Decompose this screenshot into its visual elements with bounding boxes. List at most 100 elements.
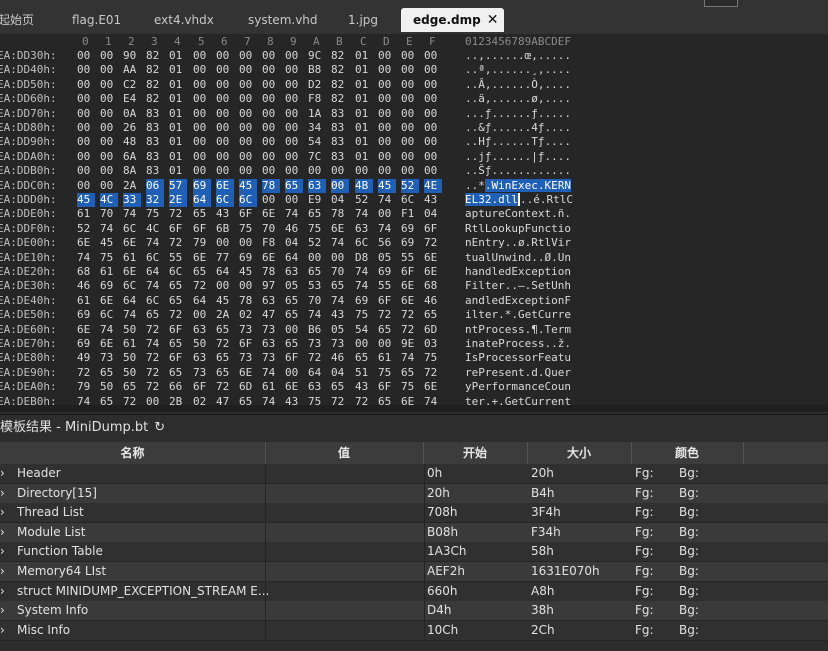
hex-byte[interactable]: 6F xyxy=(193,380,211,394)
hex-byte[interactable]: 74 xyxy=(355,207,373,221)
hex-byte[interactable]: 69 xyxy=(378,265,396,279)
hex-byte[interactable]: 6C xyxy=(146,251,164,265)
hex-byte[interactable]: 43 xyxy=(331,308,349,322)
column-header-name[interactable]: 名称 xyxy=(0,442,266,464)
hex-editor[interactable]: 0 1 2 3 4 5 6 7 8 9 A B C D E F 0123456789ABCDEF EA:DD30… xyxy=(0,34,828,412)
hex-byte[interactable]: 00 xyxy=(424,63,442,77)
hex-byte[interactable]: C2 xyxy=(123,78,141,92)
hex-byte[interactable]: 82 xyxy=(146,49,164,63)
hex-byte[interactable]: 6F xyxy=(169,351,187,365)
hex-byte[interactable]: 00 xyxy=(401,107,419,121)
hex-byte[interactable]: 79 xyxy=(193,236,211,250)
hex-byte[interactable]: 01 xyxy=(355,121,373,135)
hex-byte[interactable]: F8 xyxy=(262,236,280,250)
hex-byte[interactable]: 52 xyxy=(77,222,95,236)
hex-byte[interactable]: 00 xyxy=(100,49,118,63)
hex-byte[interactable]: 72 xyxy=(146,380,164,394)
hex-byte[interactable]: 69 xyxy=(77,308,95,322)
hex-byte[interactable]: 65 xyxy=(378,323,396,337)
hex-byte[interactable]: 65 xyxy=(100,366,118,380)
hex-row[interactable]: EA:DD70h: 00 00 0A 83 01 00 00 00 00 00 1A 83 01 00 00 0… xyxy=(0,107,828,121)
hex-byte[interactable]: 00 xyxy=(77,92,95,106)
hex-byte[interactable]: 00 xyxy=(193,150,211,164)
hex-byte[interactable]: 6C xyxy=(123,279,141,293)
ascii-text[interactable]: ntProcess.¶.Term xyxy=(465,323,571,337)
hex-byte[interactable]: 00 xyxy=(216,236,234,250)
hex-byte[interactable]: 50 xyxy=(123,351,141,365)
hex-byte[interactable]: 6E xyxy=(262,207,280,221)
expand-chevron-icon[interactable]: › xyxy=(0,542,10,561)
hex-byte[interactable]: 00 xyxy=(262,193,280,207)
ascii-text[interactable]: ..Šƒ............ xyxy=(465,164,571,178)
hex-byte[interactable]: 74 xyxy=(146,236,164,250)
hex-byte[interactable]: 72 xyxy=(169,236,187,250)
hex-byte[interactable]: 2A xyxy=(123,179,141,193)
hex-byte[interactable]: 6C xyxy=(216,193,234,207)
hex-byte[interactable]: 00 xyxy=(378,107,396,121)
hex-byte[interactable]: 01 xyxy=(355,150,373,164)
hex-byte[interactable]: 65 xyxy=(308,207,326,221)
hex-byte[interactable]: 63 xyxy=(262,337,280,351)
hex-byte[interactable]: 75 xyxy=(424,351,442,365)
hex-byte[interactable]: 73 xyxy=(193,366,211,380)
hex-byte[interactable]: E4 xyxy=(123,92,141,106)
hex-byte[interactable]: 65 xyxy=(146,308,164,322)
horizontal-scrollbar[interactable] xyxy=(0,405,828,412)
hex-byte[interactable]: 64 xyxy=(146,265,164,279)
ascii-text[interactable]: RtlLookupFunctio xyxy=(465,222,571,236)
hex-byte[interactable]: 01 xyxy=(355,49,373,63)
hex-byte[interactable]: 00 xyxy=(193,49,211,63)
hex-byte[interactable]: 82 xyxy=(331,63,349,77)
hex-byte[interactable]: 82 xyxy=(146,78,164,92)
ascii-text[interactable]: handledException xyxy=(465,265,571,279)
hex-byte[interactable]: 65 xyxy=(285,294,303,308)
expand-chevron-icon[interactable]: › xyxy=(0,464,10,483)
hex-row[interactable]: EA:DDE0h: 61 70 74 75 72 65 43 6F 6E 74 65 78 74 00 F1 0… xyxy=(0,207,828,221)
hex-byte[interactable]: 61 xyxy=(123,251,141,265)
hex-row[interactable]: EA:DE70h: 69 6E 61 74 65 50 72 6F 63 65 73 73 00 00 9E 0… xyxy=(0,337,828,351)
ascii-text[interactable]: ..ª,......¸,.... xyxy=(465,63,571,77)
hex-byte[interactable]: 69 xyxy=(77,337,95,351)
hex-byte[interactable]: 72 xyxy=(378,308,396,322)
hex-byte[interactable]: 00 xyxy=(77,63,95,77)
hex-row[interactable]: EA:DD60h: 00 00 E4 82 01 00 00 00 00 00 F8 82 01 00 00 0… xyxy=(0,92,828,106)
hex-byte[interactable]: 6F xyxy=(424,222,442,236)
hex-byte[interactable]: 45 xyxy=(378,178,396,193)
hex-byte[interactable]: 65 xyxy=(169,337,187,351)
hex-byte[interactable]: 74 xyxy=(100,222,118,236)
hex-byte[interactable]: 05 xyxy=(378,251,396,265)
ascii-text[interactable]: EL32.dll ..é.RtlC xyxy=(465,193,573,207)
hex-byte[interactable]: 64 xyxy=(285,251,303,265)
hex-byte[interactable]: 63 xyxy=(308,178,326,193)
hex-byte[interactable]: 47 xyxy=(262,308,280,322)
hex-byte[interactable]: 00 xyxy=(285,107,303,121)
hex-byte[interactable]: 50 xyxy=(100,380,118,394)
hex-byte[interactable]: 6E xyxy=(77,236,95,250)
hex-byte[interactable]: 82 xyxy=(331,92,349,106)
hex-byte[interactable]: 43 xyxy=(424,193,442,207)
hex-byte[interactable]: 48 xyxy=(123,135,141,149)
hex-byte[interactable]: 00 xyxy=(100,107,118,121)
hex-byte[interactable]: 00 xyxy=(262,150,280,164)
hex-byte[interactable]: 65 xyxy=(216,366,234,380)
ascii-text[interactable]: inateProcess..ž. xyxy=(465,337,571,351)
hex-row[interactable]: EA:DD30h: 00 00 90 82 01 00 00 00 00 00 9C 82 01 00 00 0… xyxy=(0,49,828,63)
hex-byte[interactable]: 65 xyxy=(169,279,187,293)
hex-byte[interactable]: 55 xyxy=(169,251,187,265)
expand-chevron-icon[interactable]: › xyxy=(0,484,10,503)
hex-byte[interactable]: 83 xyxy=(331,121,349,135)
results-row[interactable]: › Thread List 708h 3F4h Fg: Bg: xyxy=(0,503,828,524)
hex-byte[interactable]: 65 xyxy=(285,337,303,351)
ascii-text[interactable]: ..,......œ,..... xyxy=(465,49,571,63)
ascii-selection[interactable]: EL32.dll xyxy=(465,193,518,206)
hex-byte[interactable]: 02 xyxy=(239,308,257,322)
hex-byte[interactable]: 6F xyxy=(378,294,396,308)
hex-row[interactable]: EA:DE30h: 46 69 6C 74 65 72 00 00 97 05 53 65 74 55 6E 6… xyxy=(0,279,828,293)
hex-byte[interactable]: 00 xyxy=(239,63,257,77)
hex-byte[interactable]: 72 xyxy=(216,380,234,394)
hex-byte[interactable]: 00 xyxy=(239,78,257,92)
hex-byte[interactable]: 00 xyxy=(239,164,257,178)
hex-byte[interactable]: 01 xyxy=(355,92,373,106)
hex-byte[interactable]: 00 xyxy=(193,78,211,92)
hex-byte[interactable]: 65 xyxy=(424,308,442,322)
